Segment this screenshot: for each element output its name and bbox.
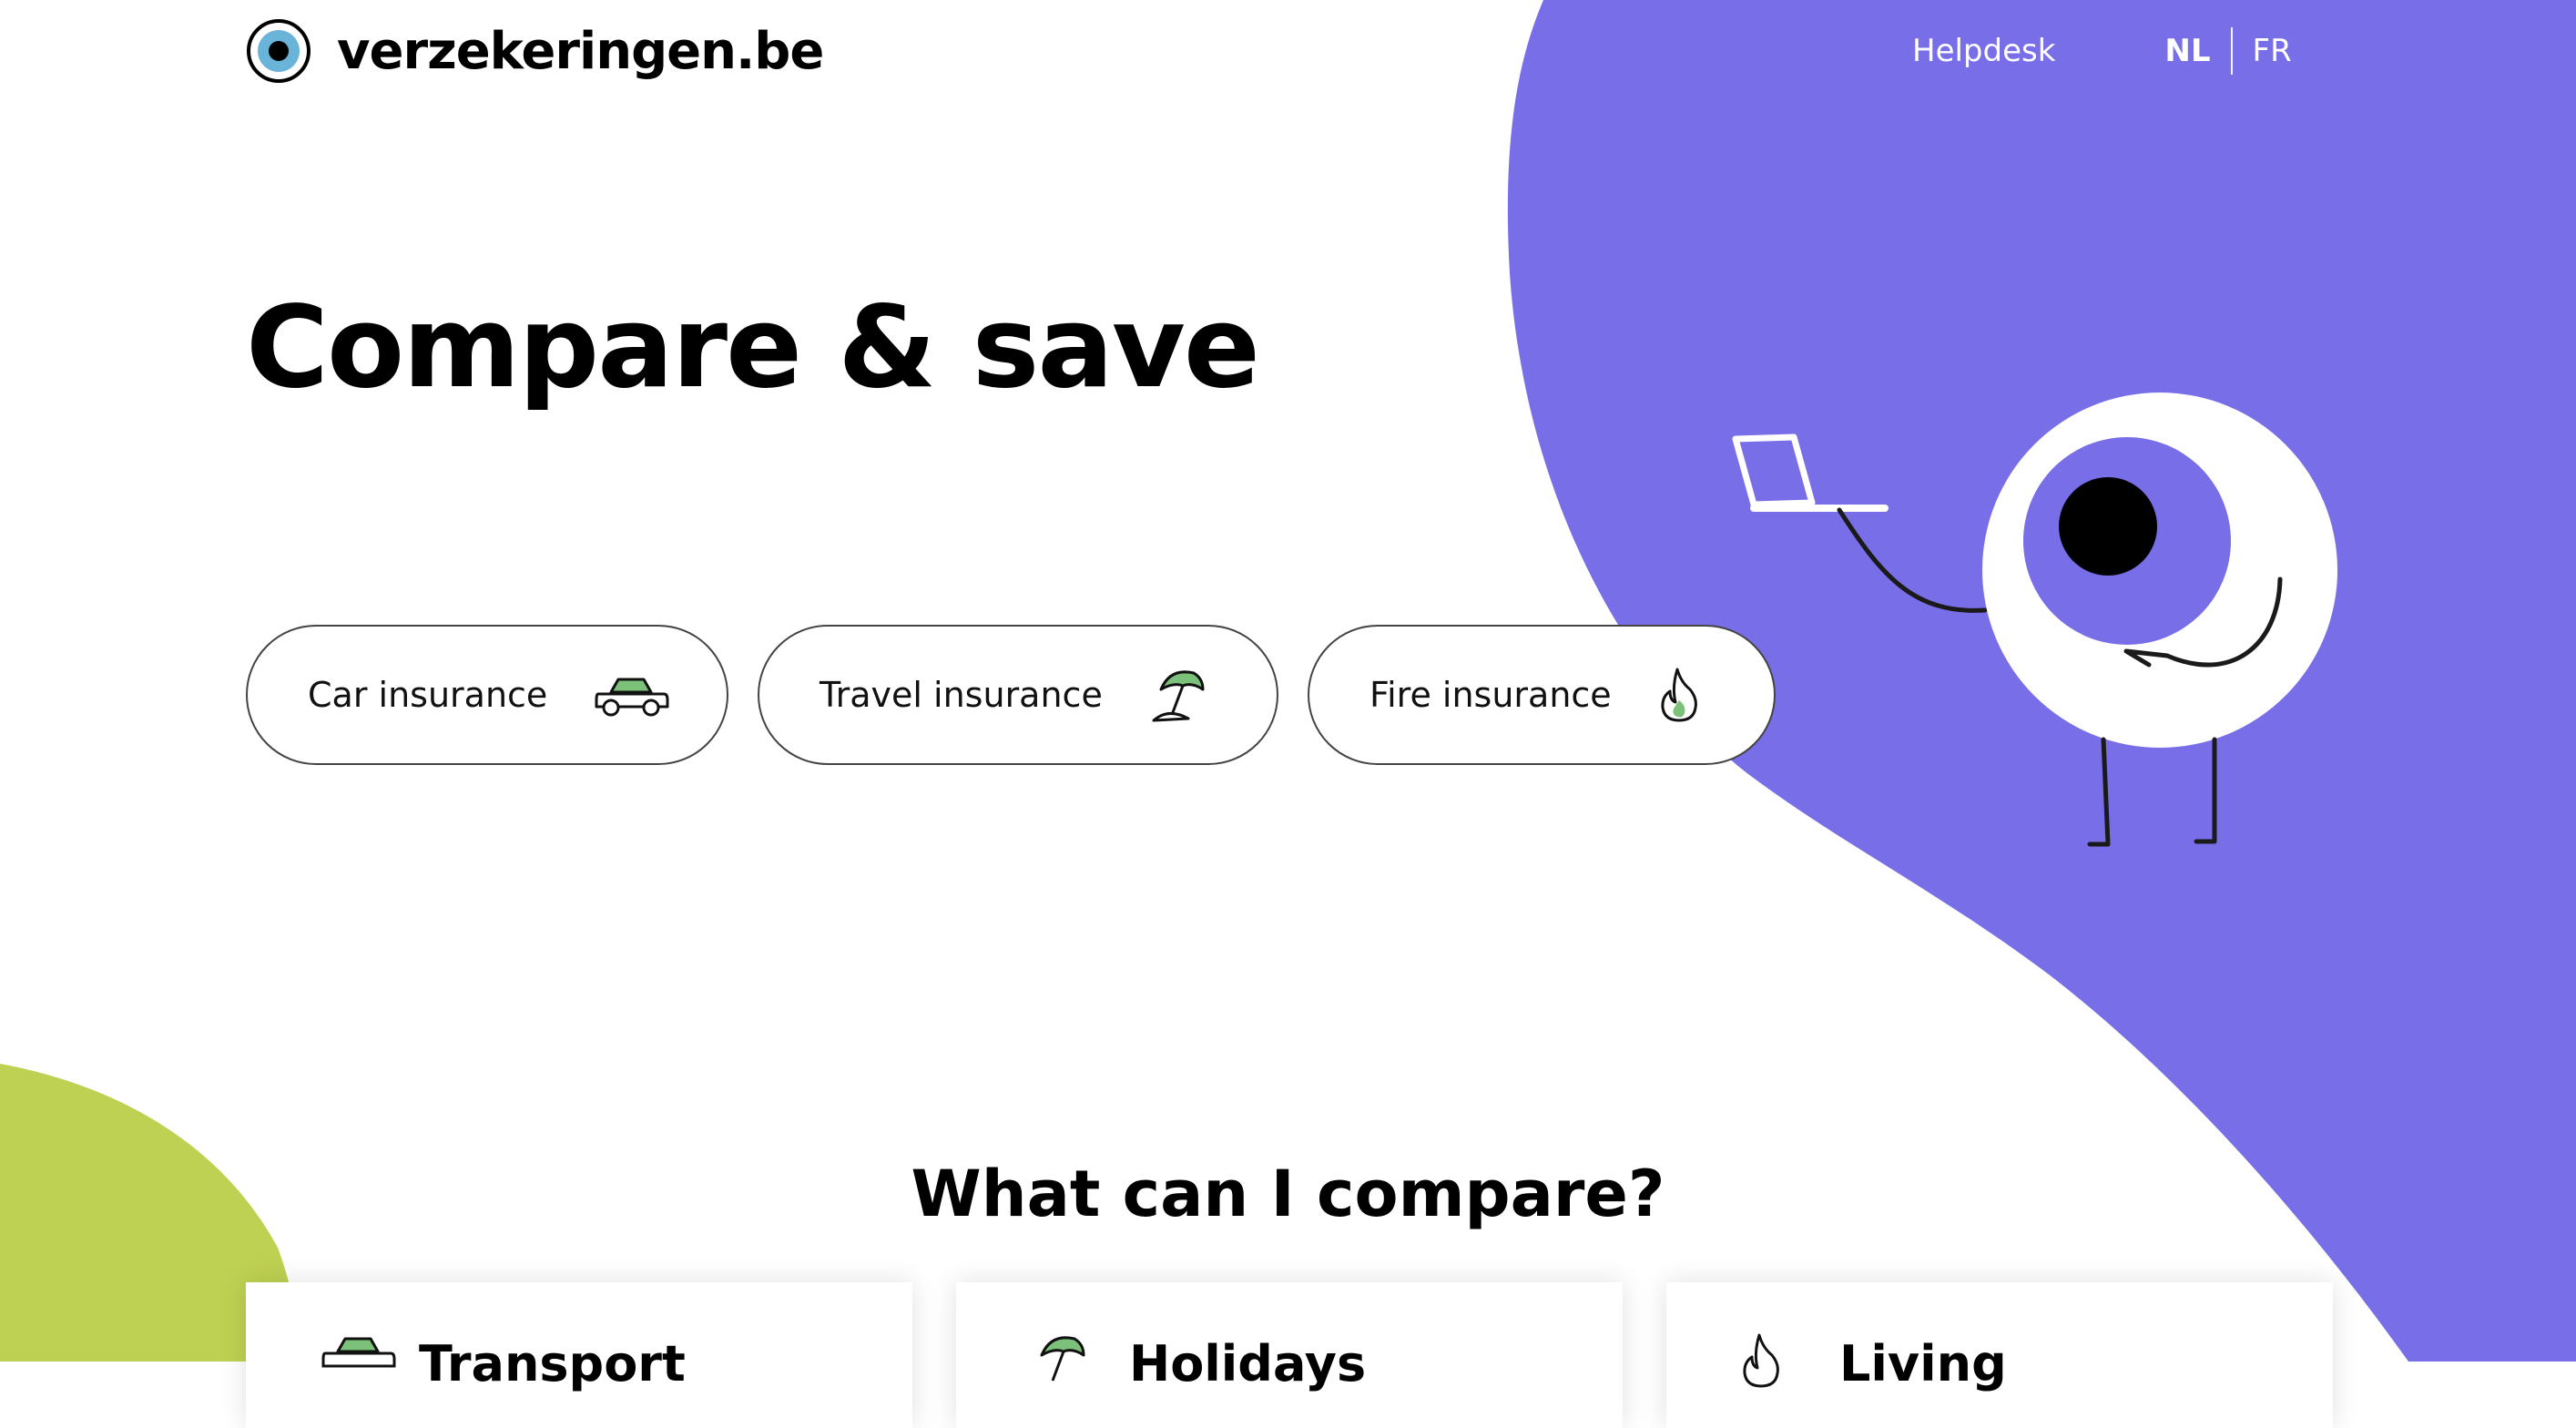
card-transport[interactable]: Transport [246,1282,912,1428]
car-insurance-button[interactable]: Car insurance [246,625,728,765]
card-title: Living [1839,1335,2007,1392]
language-divider [2230,27,2233,75]
flame-icon [1743,1333,1779,1388]
fire-insurance-label: Fire insurance [1369,675,1612,715]
car-icon [595,678,669,717]
eye-mascot-illustration [1732,393,2337,847]
car-insurance-label: Car insurance [308,675,548,715]
insurance-pills: Car insurance Travel insurance Fire insu… [246,625,1805,765]
card-title: Holidays [1129,1335,1367,1392]
card-holidays[interactable]: Holidays [956,1282,1623,1428]
laptop-icon [1732,434,1889,512]
flame-icon [1661,668,1697,722]
category-cards: Transport Holidays Living [246,1282,2377,1428]
brand-name: verzekeringen.be [337,21,824,81]
beach-umbrella-icon [1040,1336,1085,1382]
top-navigation: Helpdesk NL FR [1912,27,2292,75]
logo[interactable]: verzekeringen.be [246,18,824,84]
language-fr[interactable]: FR [2253,33,2292,69]
car-icon [321,1337,396,1368]
beach-umbrella-icon [1152,670,1205,722]
eye-logo-icon [247,19,311,83]
travel-insurance-label: Travel insurance [820,675,1103,715]
travel-insurance-button[interactable]: Travel insurance [758,625,1278,765]
hero-title: Compare & save [246,282,1260,413]
language-nl[interactable]: NL [2164,33,2210,69]
helpdesk-link[interactable]: Helpdesk [1912,33,2055,69]
card-living[interactable]: Living [1666,1282,2333,1428]
fire-insurance-button[interactable]: Fire insurance [1308,625,1776,765]
card-title: Transport [419,1335,686,1392]
section-title: What can I compare? [911,1157,1665,1231]
